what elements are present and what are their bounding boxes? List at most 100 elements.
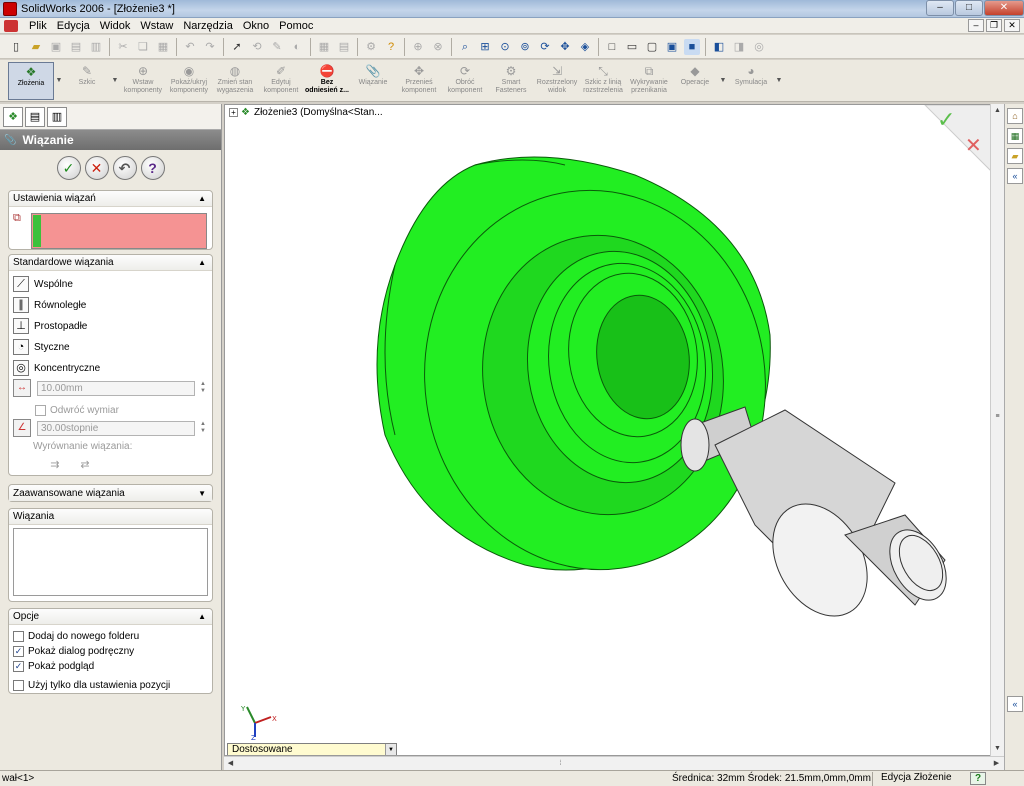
menu-edycja[interactable]: Edycja xyxy=(52,20,95,32)
print-preview-icon[interactable]: ▥ xyxy=(88,39,104,55)
undo-icon[interactable]: ↶ xyxy=(182,39,198,55)
scroll-up-icon[interactable]: ▲ xyxy=(991,104,1004,117)
mate-settings-header[interactable]: Ustawienia wiązań ▲ xyxy=(9,191,212,207)
ok-button[interactable]: ✓ xyxy=(56,156,81,180)
mass-properties-icon[interactable]: ⊗ xyxy=(430,39,446,55)
measure-icon[interactable]: ⊕ xyxy=(410,39,426,55)
standard-views-icon[interactable]: ◈ xyxy=(577,39,593,55)
doc-minimize-button[interactable]: – xyxy=(968,19,984,32)
graphics-area[interactable]: + ❖ Złożenie3 (Domyślna<Stan... ✓ ✕ Y X … xyxy=(224,104,1004,756)
new-file-icon[interactable]: ▯ xyxy=(8,39,24,55)
cmd-simulation[interactable]: ◕ Symulacja xyxy=(728,62,774,100)
shaft-part[interactable] xyxy=(680,406,958,633)
cmd-features[interactable]: ◆ Operacje xyxy=(672,62,718,100)
standard-mates-header[interactable]: Standardowe wiązania ▲ xyxy=(9,255,212,271)
mate-tangent[interactable]: ◔ Styczne xyxy=(13,338,70,356)
table-icon[interactable]: ▤ xyxy=(336,39,352,55)
paste-icon[interactable]: ▦ xyxy=(155,39,171,55)
menu-plik[interactable]: Plik xyxy=(24,20,52,32)
cancel-button[interactable]: ✕ xyxy=(84,156,109,180)
section-view-icon[interactable]: ◧ xyxy=(711,39,727,55)
scroll-thumb[interactable]: ⦙ xyxy=(554,757,567,770)
cmd-mate[interactable]: 📎 Wiązanie xyxy=(350,62,396,100)
wheel-part[interactable] xyxy=(376,156,790,592)
menu-pomoc[interactable]: Pomoc xyxy=(274,20,318,32)
distance-spinner[interactable]: ▲ ▼ xyxy=(198,381,208,396)
feature-tree-tab[interactable]: ❖ xyxy=(3,106,23,127)
cmd-no-external-references[interactable]: ⛔ Bez odniesień z... xyxy=(304,62,350,100)
sketch-icon[interactable]: ✎ xyxy=(269,39,285,55)
option-use-for-positioning-only[interactable]: Użyj tylko dla ustawienia pozycji xyxy=(13,678,170,692)
horizontal-scrollbar[interactable]: ◀ ⦙ ▶ xyxy=(224,756,1004,770)
redo-icon[interactable]: ↷ xyxy=(202,39,218,55)
cmd-assemblies[interactable]: ❖ Złożenia xyxy=(8,62,54,100)
solidworks-app-icon[interactable] xyxy=(3,1,17,16)
option-add-to-new-folder[interactable]: Dodaj do nowego folderu xyxy=(13,629,139,643)
distance-icon[interactable]: ↔ xyxy=(13,379,31,397)
cmd-features-dropdown[interactable]: ▼ xyxy=(718,62,728,100)
anti-aligned-icon[interactable]: ⇄ xyxy=(77,457,93,473)
home-icon[interactable]: ⌂ xyxy=(1007,108,1023,124)
cmd-assemblies-dropdown[interactable]: ▼ xyxy=(54,62,64,100)
help-button[interactable]: ? xyxy=(140,156,165,180)
cmd-smart-fasteners[interactable]: ⚙ Smart Fasteners xyxy=(488,62,534,100)
hidden-lines-removed-icon[interactable]: ▢ xyxy=(644,39,660,55)
undo-button[interactable]: ↶ xyxy=(112,156,137,180)
rotate-view-icon[interactable]: ⟳ xyxy=(537,39,553,55)
help-icon[interactable]: ? xyxy=(383,39,399,55)
copy-icon[interactable]: ❏ xyxy=(135,39,151,55)
minimize-button[interactable]: – xyxy=(926,0,954,16)
distance-field[interactable]: 10.00mm xyxy=(37,380,195,396)
option-show-preview[interactable]: ✓ Pokaż podgląd xyxy=(13,659,94,673)
zoom-selection-icon[interactable]: ⊚ xyxy=(517,39,533,55)
menu-narzedzia[interactable]: Narzędzia xyxy=(178,20,238,32)
mate-concentric[interactable]: ◎ Koncentryczne xyxy=(13,359,100,377)
menu-widok[interactable]: Widok xyxy=(95,20,136,32)
cmd-interference-detection[interactable]: ⧉ Wykrywanie przenikania xyxy=(626,62,672,100)
smart-dimension-icon[interactable]: ◐ xyxy=(289,39,305,55)
scroll-right-icon[interactable]: ▶ xyxy=(990,757,1003,770)
realview-icon[interactable]: ◎ xyxy=(751,39,767,55)
scroll-thumb[interactable]: ≡ xyxy=(991,410,1004,423)
cmd-rotate-component[interactable]: ⟳ Obróć komponent xyxy=(442,62,488,100)
close-window-button[interactable]: ✕ xyxy=(984,0,1024,16)
print-icon[interactable]: ▤ xyxy=(68,39,84,55)
status-help-icon[interactable]: ? xyxy=(970,772,986,785)
mate-parallel[interactable]: ∥ Równoległe xyxy=(13,296,86,314)
cut-icon[interactable]: ✂ xyxy=(115,39,131,55)
zoom-to-fit-icon[interactable]: ⌕ xyxy=(457,39,473,55)
grid-icon[interactable]: ▦ xyxy=(316,39,332,55)
cmd-move-component[interactable]: ✥ Przenieś komponent xyxy=(396,62,442,100)
mate-coincident[interactable]: ⟋ Wspólne xyxy=(13,275,73,293)
select-arrow-icon[interactable]: ➚ xyxy=(229,39,245,55)
scroll-down-icon[interactable]: ▼ xyxy=(991,742,1004,755)
cmd-simulation-dropdown[interactable]: ▼ xyxy=(774,62,784,100)
cmd-insert-components[interactable]: ⊕ Wstaw komponenty xyxy=(120,62,166,100)
save-icon[interactable]: ▣ xyxy=(48,39,64,55)
angle-field[interactable]: 30.00stopnie xyxy=(37,420,195,436)
aligned-icon[interactable]: ⇉ xyxy=(47,457,63,473)
doc-restore-button[interactable]: ❐ xyxy=(986,19,1002,32)
scroll-left-icon[interactable]: ◀ xyxy=(224,757,237,770)
flip-dimension-checkbox[interactable]: Odwróć wymiar xyxy=(35,403,119,417)
cmd-show-hide-components[interactable]: ◉ Pokaż/ukryj komponenty xyxy=(166,62,212,100)
menu-okno[interactable]: Okno xyxy=(238,20,274,32)
property-manager-tab[interactable]: ▤ xyxy=(25,106,45,127)
cmd-sketch-dropdown[interactable]: ▼ xyxy=(110,62,120,100)
options-header[interactable]: Opcje ▲ xyxy=(9,609,212,625)
expand-task-pane-icon[interactable]: « xyxy=(1007,696,1023,712)
option-show-popup-dialog[interactable]: ✓ Pokaż dialog podręczny xyxy=(13,644,134,658)
maximize-button[interactable]: □ xyxy=(955,0,983,16)
rebuild-icon[interactable]: ⟲ xyxy=(249,39,265,55)
menu-wstaw[interactable]: Wstaw xyxy=(135,20,178,32)
mate-perpendicular[interactable]: ⊥ Prostopadłe xyxy=(13,317,87,335)
cmd-explode-line-sketch[interactable]: ⤡ Szkic z linią rozstrzelenia xyxy=(580,62,626,100)
pan-icon[interactable]: ✥ xyxy=(557,39,573,55)
view-orientation-select[interactable]: Dostosowane ▼ xyxy=(227,743,397,755)
hidden-lines-visible-icon[interactable]: ▭ xyxy=(624,39,640,55)
wireframe-icon[interactable]: □ xyxy=(604,39,620,55)
shadows-icon[interactable]: ◨ xyxy=(731,39,747,55)
configuration-manager-tab[interactable]: ▥ xyxy=(47,106,67,127)
shaded-icon[interactable]: ■ xyxy=(684,38,700,55)
cmd-edit-component[interactable]: ✐ Edytuj komponent xyxy=(258,62,304,100)
